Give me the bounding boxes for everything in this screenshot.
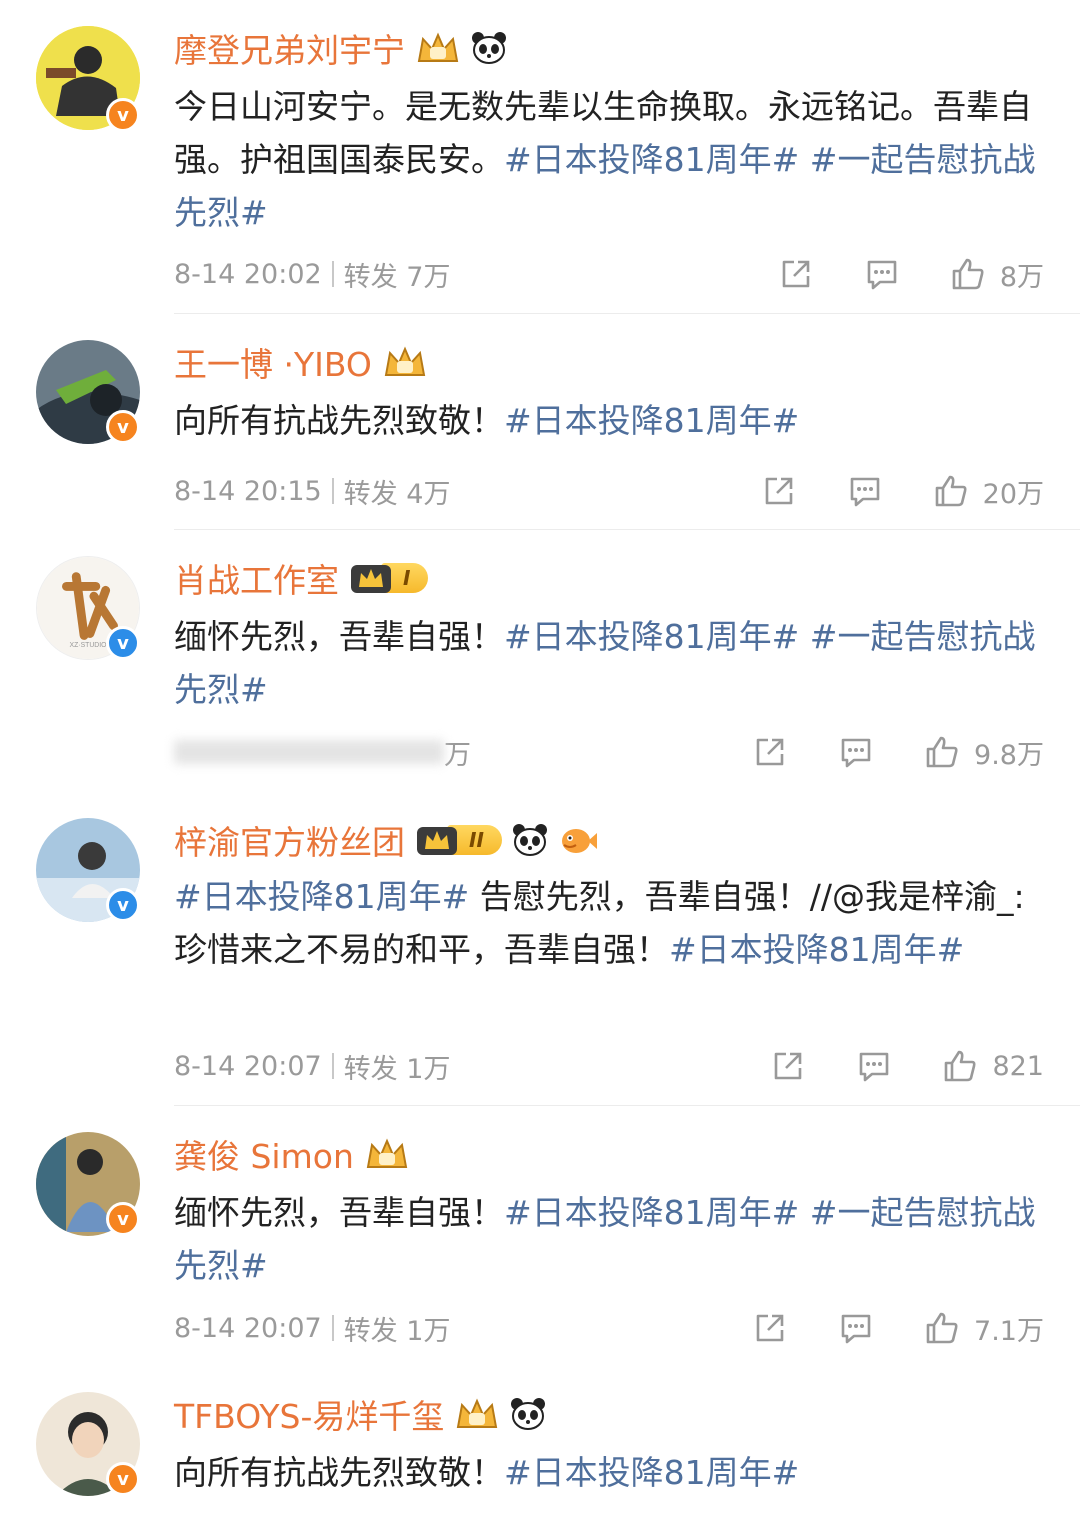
hashtag-link[interactable]: #日本投降81周年# [504, 140, 799, 179]
comment-icon [867, 260, 897, 290]
user-name[interactable]: 王一博 ·YIBO [174, 338, 372, 386]
thumbs-up-icon [926, 1312, 958, 1344]
share-button[interactable] [761, 473, 797, 509]
comment-button[interactable] [864, 256, 900, 292]
post-meta: 8-14 20:07 转发 1万 [174, 1046, 450, 1086]
share-icon [756, 738, 784, 766]
post-text: 向所有抗战先烈致敬！#日本投降81周年# [174, 401, 800, 440]
thumbs-up-icon [926, 736, 958, 768]
user-name[interactable]: 肖战工作室 [174, 554, 339, 602]
crown-icon[interactable] [454, 1397, 500, 1431]
repost-label: 转发 [343, 261, 398, 293]
like-button[interactable]: 7.1万 [924, 1309, 1044, 1348]
thumbs-up-icon [952, 258, 984, 290]
like-count: 821 [992, 1050, 1044, 1082]
post-liuyuning: v 摩登兄弟刘宇宁 今日山河安宁。是无数先辈以生命换取。永远铭记。吾辈自强。护祖… [0, 0, 1080, 314]
panda-icon[interactable] [512, 823, 548, 857]
verified-badge-icon: v [106, 1202, 140, 1236]
post-meta: 万 [174, 732, 471, 772]
crown-level-icon [351, 565, 391, 593]
comment-icon [850, 477, 879, 507]
svg-text:XZ·STUDIO: XZ·STUDIO [70, 642, 107, 649]
thumbs-up-icon [935, 475, 967, 507]
post-meta: 8-14 20:07 转发 1万 [174, 1308, 450, 1348]
crown-icon[interactable] [382, 345, 428, 379]
repost-count: 万 [444, 739, 471, 771]
verified-badge-icon: v [106, 98, 140, 132]
repost-label: 转发 [343, 1315, 398, 1347]
like-count: 8万 [999, 261, 1044, 293]
like-count: 7.1万 [974, 1315, 1044, 1347]
share-button[interactable] [770, 1048, 806, 1084]
post-text: 缅怀先烈，吾辈自强！#日本投降81周年# #一起告慰抗战先烈# [174, 617, 1036, 709]
share-button[interactable] [752, 1310, 788, 1346]
post-yiyangqianxi: v TFBOYS-易烊千玺 向所有抗战先烈致敬！#日本投降81周年# [0, 1368, 1080, 1529]
comment-icon [860, 1052, 889, 1082]
post-time: 8-14 20:07 [174, 1312, 322, 1344]
repost-label: 转发 [343, 1053, 398, 1085]
panda-icon[interactable] [510, 1397, 546, 1431]
user-name[interactable]: 龚俊 Simon [174, 1130, 354, 1178]
crown-icon[interactable] [415, 31, 461, 65]
hashtag-link[interactable]: #日本投降81周年# [669, 930, 964, 969]
thumbs-up-icon [945, 1050, 976, 1082]
verified-badge-icon: v [106, 1462, 140, 1496]
repost-label: 转发 [343, 478, 398, 510]
share-icon [775, 1052, 802, 1080]
post-text: 今日山河安宁。是无数先辈以生命换取。永远铭记。吾辈自强。护祖国国泰民安。#日本投… [174, 87, 1036, 232]
panda-icon[interactable] [471, 31, 507, 65]
repost-count: 1万 [406, 1053, 451, 1085]
like-button[interactable]: 9.8万 [924, 733, 1044, 772]
post-text: 缅怀先烈，吾辈自强！#日本投降81周年# #一起告慰抗战先烈# [174, 1193, 1036, 1285]
hashtag-link[interactable]: #日本投降81周年# [174, 877, 469, 916]
post-time: 8-14 20:07 [174, 1050, 322, 1082]
post-meta: 8-14 20:02 转发 7万 [174, 254, 450, 294]
user-name[interactable]: 摩登兄弟刘宇宁 [174, 24, 405, 72]
verified-badge-icon: v [106, 626, 140, 660]
fan-level-badge[interactable]: II [415, 823, 502, 857]
share-icon [765, 477, 792, 505]
crown-level-icon [417, 827, 457, 855]
post-gongjun: v 龚俊 Simon 缅怀先烈，吾辈自强！#日本投降81周年# #一起告慰抗战先… [0, 1106, 1080, 1368]
share-icon [756, 1314, 784, 1342]
comment-icon [841, 1314, 871, 1344]
post-time: 8-14 20:15 [174, 475, 322, 507]
comment-icon [841, 738, 871, 768]
user-name[interactable]: TFBOYS-易烊千玺 [174, 1390, 444, 1438]
post-time: 8-14 20:02 [174, 258, 322, 290]
like-button[interactable]: 821 [942, 1048, 1044, 1084]
post-text: 向所有抗战先烈致敬！#日本投降81周年# [174, 1453, 800, 1492]
hashtag-link[interactable]: #日本投降81周年# [504, 401, 799, 440]
verified-badge-icon: v [106, 888, 140, 922]
share-button[interactable] [778, 256, 814, 292]
share-button[interactable] [752, 734, 788, 770]
like-button[interactable]: 8万 [950, 255, 1044, 294]
post-ziyu-fanclub: v 梓渝官方粉丝团 II #日本投降81周年# 告慰先烈，吾辈自强！//@我是梓… [0, 794, 1080, 1106]
comment-button[interactable] [847, 473, 883, 509]
like-count: 9.8万 [974, 739, 1044, 771]
crown-icon[interactable] [364, 1137, 410, 1171]
comment-button[interactable] [856, 1048, 892, 1084]
post-meta: 8-14 20:15 转发 4万 [174, 471, 450, 511]
hashtag-link[interactable]: #日本投降81周年# [504, 617, 799, 656]
verified-badge-icon: v [106, 410, 140, 444]
post-xiaozhan-studio: XZ·STUDIO v 肖战工作室 I 缅怀先烈，吾辈自强！#日本投降81周年#… [0, 530, 1080, 794]
post-wangyibo: v 王一博 ·YIBO 向所有抗战先烈致敬！#日本投降81周年# 8-14 20… [0, 314, 1080, 530]
like-count: 20万 [982, 478, 1044, 510]
user-name[interactable]: 梓渝官方粉丝团 [174, 816, 405, 864]
fish-icon[interactable] [558, 823, 598, 857]
hashtag-link[interactable]: #日本投降81周年# [504, 1193, 799, 1232]
repost-count: 7万 [406, 261, 451, 293]
repost-count: 1万 [406, 1315, 451, 1347]
post-text: #日本投降81周年# 告慰先烈，吾辈自强！//@我是梓渝_:珍惜来之不易的和平，… [174, 877, 1025, 969]
comment-button[interactable] [838, 734, 874, 770]
repost-count: 4万 [406, 478, 451, 510]
comment-button[interactable] [838, 1310, 874, 1346]
share-icon [782, 260, 810, 288]
like-button[interactable]: 20万 [933, 472, 1044, 511]
fan-level-badge[interactable]: I [349, 561, 429, 595]
hashtag-link[interactable]: #日本投降81周年# [504, 1453, 799, 1492]
